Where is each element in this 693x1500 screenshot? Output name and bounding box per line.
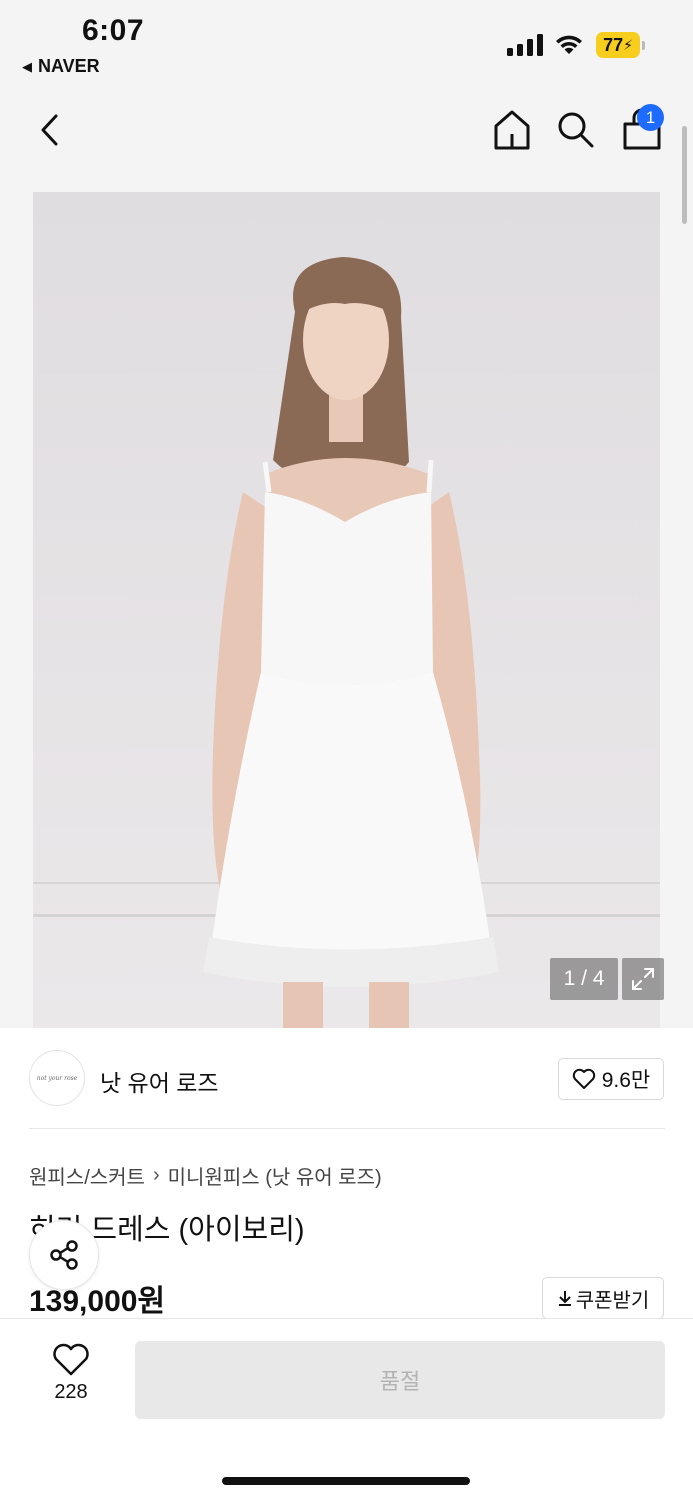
- home-icon[interactable]: [492, 108, 532, 152]
- brand-logo[interactable]: not your rose: [29, 1050, 85, 1106]
- brand-logo-text: not your rose: [36, 1074, 78, 1082]
- cart-count-badge: 1: [637, 104, 664, 131]
- wishlist-button[interactable]: 228: [40, 1343, 102, 1413]
- breadcrumb-separator: ›: [152, 1164, 160, 1186]
- divider: [29, 1128, 665, 1129]
- soldout-button[interactable]: 품절: [135, 1341, 665, 1419]
- breadcrumb: 원피스/스커트 › 미니원피스 (낫 유어 로즈): [29, 1161, 382, 1190]
- heart-icon: [572, 1068, 595, 1089]
- breadcrumb-subcategory[interactable]: 미니원피스 (낫 유어 로즈): [168, 1161, 382, 1190]
- model-photo: [33, 192, 660, 1028]
- share-button[interactable]: [29, 1220, 99, 1290]
- coupon-download-button[interactable]: 쿠폰받기: [542, 1277, 664, 1319]
- bottom-action-bar: 228 품절: [0, 1318, 693, 1500]
- battery-level: 77: [603, 34, 624, 55]
- search-icon[interactable]: [556, 110, 596, 150]
- breadcrumb-category[interactable]: 원피스/스커트: [29, 1161, 145, 1190]
- image-counter: 1 / 4: [550, 958, 618, 1000]
- wishlist-count: 228: [54, 1381, 88, 1403]
- brand-like-count: 9.6만: [601, 1069, 651, 1092]
- brand-name[interactable]: 낫 유어 로즈: [100, 1064, 219, 1098]
- status-bar: 6:07 ◀ NAVER 77 ⚡: [0, 0, 693, 90]
- wifi-icon: [556, 35, 582, 54]
- back-app-label: NAVER: [38, 56, 100, 76]
- cellular-signal-icon: [507, 34, 543, 56]
- coupon-label: 쿠폰받기: [575, 1289, 650, 1312]
- back-to-app-link[interactable]: ◀ NAVER: [22, 56, 100, 77]
- home-indicator[interactable]: [222, 1477, 470, 1485]
- status-time: 6:07: [82, 14, 145, 47]
- battery-icon: 77 ⚡: [596, 32, 646, 58]
- product-info: not your rose 낫 유어 로즈 9.6만 원피스/스커트 › 미니원…: [0, 1028, 693, 1318]
- brand-like-button[interactable]: 9.6만: [558, 1058, 664, 1100]
- back-triangle-icon: ◀: [22, 58, 32, 74]
- heart-icon: [53, 1343, 89, 1376]
- share-icon: [50, 1240, 78, 1270]
- download-icon: [558, 1291, 571, 1306]
- top-navigation: [0, 100, 693, 160]
- back-arrow-icon[interactable]: [36, 110, 66, 150]
- product-image[interactable]: [33, 192, 660, 1028]
- page-scrollbar[interactable]: [682, 126, 687, 224]
- expand-icon[interactable]: [622, 958, 664, 1000]
